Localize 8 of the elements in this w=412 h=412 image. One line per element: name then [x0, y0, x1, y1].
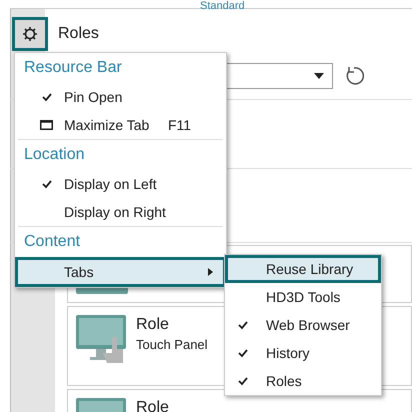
- menu-section-header: Content: [23, 232, 82, 252]
- menu-section-header: Location: [23, 145, 86, 165]
- role-title: Role: [136, 315, 170, 335]
- role-subtitle: Touch Panel: [136, 336, 208, 354]
- panel-title: Roles: [58, 24, 99, 44]
- window-title: Standard: [200, 0, 245, 12]
- menu-section-header: Resource Bar: [23, 58, 123, 78]
- role-title: Role: [136, 398, 169, 412]
